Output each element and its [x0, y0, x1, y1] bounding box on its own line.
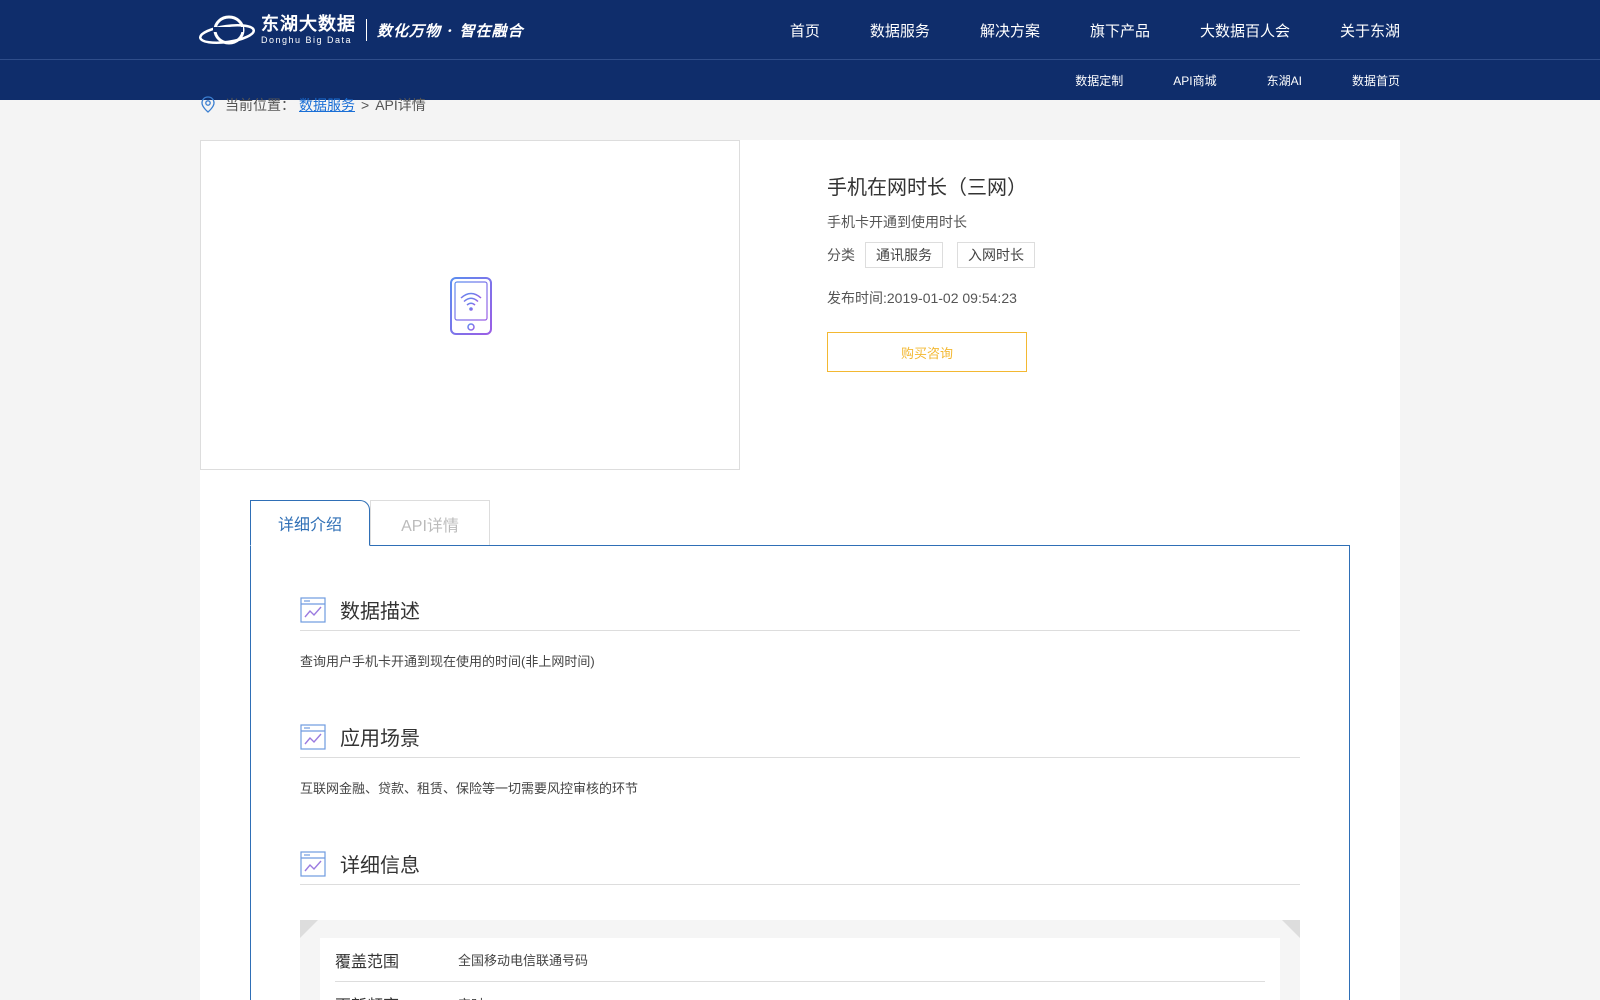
- product-card: 手机在网时长（三网） 手机卡开通到使用时长 分类 通讯服务 入网时长 发布时间:…: [200, 140, 1400, 470]
- subnav-donghu-ai[interactable]: 东湖AI: [1267, 72, 1302, 89]
- main-nav: 首页 数据服务 解决方案 旗下产品 大数据百人会 关于东湖: [790, 0, 1400, 60]
- subnav-data-home[interactable]: 数据首页: [1352, 72, 1400, 89]
- detail-area: 详细介绍 API详情 数据描述 查询用户手机卡开通到现在使用的时间(非上网时间): [200, 470, 1400, 1000]
- nav-solutions[interactable]: 解决方案: [980, 20, 1040, 41]
- chart-window-icon: [300, 850, 326, 877]
- product-title: 手机在网时长（三网）: [827, 177, 1027, 199]
- logo-divider: [366, 19, 367, 41]
- phone-wifi-icon: [450, 277, 492, 335]
- product-categories: 分类 通讯服务 入网时长: [827, 242, 1347, 268]
- info-row: 覆盖范围 全国移动电信联通号码: [335, 938, 1265, 982]
- subnav-api-store[interactable]: API商城: [1173, 72, 1216, 89]
- info-value: 实时: [458, 994, 484, 1000]
- nav-about[interactable]: 关于东湖: [1340, 20, 1400, 41]
- info-key: 覆盖范围: [335, 953, 400, 971]
- product-image: [200, 140, 740, 470]
- product-info: 手机在网时长（三网） 手机卡开通到使用时长 分类 通讯服务 入网时长 发布时间:…: [827, 176, 1347, 372]
- nav-data-service[interactable]: 数据服务: [870, 20, 930, 41]
- category-tag[interactable]: 通讯服务: [865, 242, 943, 268]
- section-header: 数据描述: [300, 595, 1300, 631]
- tab-api-detail[interactable]: API详情: [370, 500, 490, 546]
- buy-consult-button[interactable]: 购买咨询: [827, 332, 1027, 372]
- logo-slogan: 数化万物 · 智在融合: [377, 21, 524, 40]
- nav-home[interactable]: 首页: [790, 20, 820, 41]
- location-pin-icon: [201, 96, 215, 113]
- section-title: 数据描述: [340, 601, 420, 623]
- tab-detail-intro[interactable]: 详细介绍: [250, 500, 370, 546]
- site-logo[interactable]: 东湖大数据 Donghu Big Data 数化万物 · 智在融合: [199, 13, 524, 47]
- product-subtitle: 手机卡开通到使用时长: [827, 214, 967, 230]
- sub-nav: 数据定制 API商城 东湖AI 数据首页: [1075, 60, 1400, 100]
- info-row: 更新频率 实时: [335, 982, 1265, 1000]
- info-table: 覆盖范围 全国移动电信联通号码 更新频率 实时: [300, 920, 1300, 1000]
- nav-bigdata-club[interactable]: 大数据百人会: [1200, 20, 1290, 41]
- breadcrumb-prefix: 当前位置：: [225, 97, 295, 113]
- section-detail-info: 详细信息: [300, 849, 1300, 885]
- category-label: 分类: [827, 247, 855, 263]
- breadcrumb-separator: >: [361, 97, 370, 113]
- info-key: 更新频率: [335, 992, 458, 1000]
- subnav-custom-data[interactable]: 数据定制: [1075, 72, 1123, 89]
- section-header: 应用场景: [300, 722, 1300, 758]
- corner-decoration: [1282, 920, 1300, 938]
- nav-products[interactable]: 旗下产品: [1090, 20, 1150, 41]
- section-data-description: 数据描述 查询用户手机卡开通到现在使用的时间(非上网时间): [300, 595, 1300, 670]
- section-title: 详细信息: [340, 855, 420, 877]
- breadcrumb-link-data-service[interactable]: 数据服务: [299, 95, 355, 115]
- breadcrumb: 当前位置： 数据服务 > API详情: [200, 96, 426, 114]
- section-header: 详细信息: [300, 849, 1300, 885]
- section-text: 互联网金融、贷款、租赁、保险等一切需要风控审核的环节: [300, 781, 639, 796]
- section-application-scene: 应用场景 互联网金融、贷款、租赁、保险等一切需要风控审核的环节: [300, 722, 1300, 797]
- chart-window-icon: [300, 723, 326, 750]
- publish-time: 发布时间:2019-01-02 09:54:23: [827, 290, 1017, 306]
- logo-cn: 东湖大数据: [261, 14, 356, 34]
- top-header: 东湖大数据 Donghu Big Data 数化万物 · 智在融合 首页 数据服…: [0, 0, 1600, 60]
- chart-window-icon: [300, 596, 326, 623]
- section-title: 应用场景: [340, 728, 420, 750]
- detail-tabs: 详细介绍 API详情: [250, 500, 490, 546]
- info-value: 全国移动电信联通号码: [458, 953, 589, 968]
- section-text: 查询用户手机卡开通到现在使用的时间(非上网时间): [300, 654, 595, 669]
- breadcrumb-current: API详情: [375, 97, 426, 113]
- planet-logo-icon: [199, 15, 255, 45]
- tab-panel: 数据描述 查询用户手机卡开通到现在使用的时间(非上网时间) 应用场景 互联网金融…: [250, 545, 1350, 1000]
- category-tag[interactable]: 入网时长: [957, 242, 1035, 268]
- sub-header: 数据定制 API商城 东湖AI 数据首页: [0, 60, 1600, 100]
- corner-decoration: [300, 920, 318, 938]
- logo-text: 东湖大数据 Donghu Big Data: [261, 15, 356, 45]
- logo-en: Donghu Big Data: [261, 35, 353, 45]
- info-table-body: 覆盖范围 全国移动电信联通号码 更新频率 实时: [320, 938, 1280, 1000]
